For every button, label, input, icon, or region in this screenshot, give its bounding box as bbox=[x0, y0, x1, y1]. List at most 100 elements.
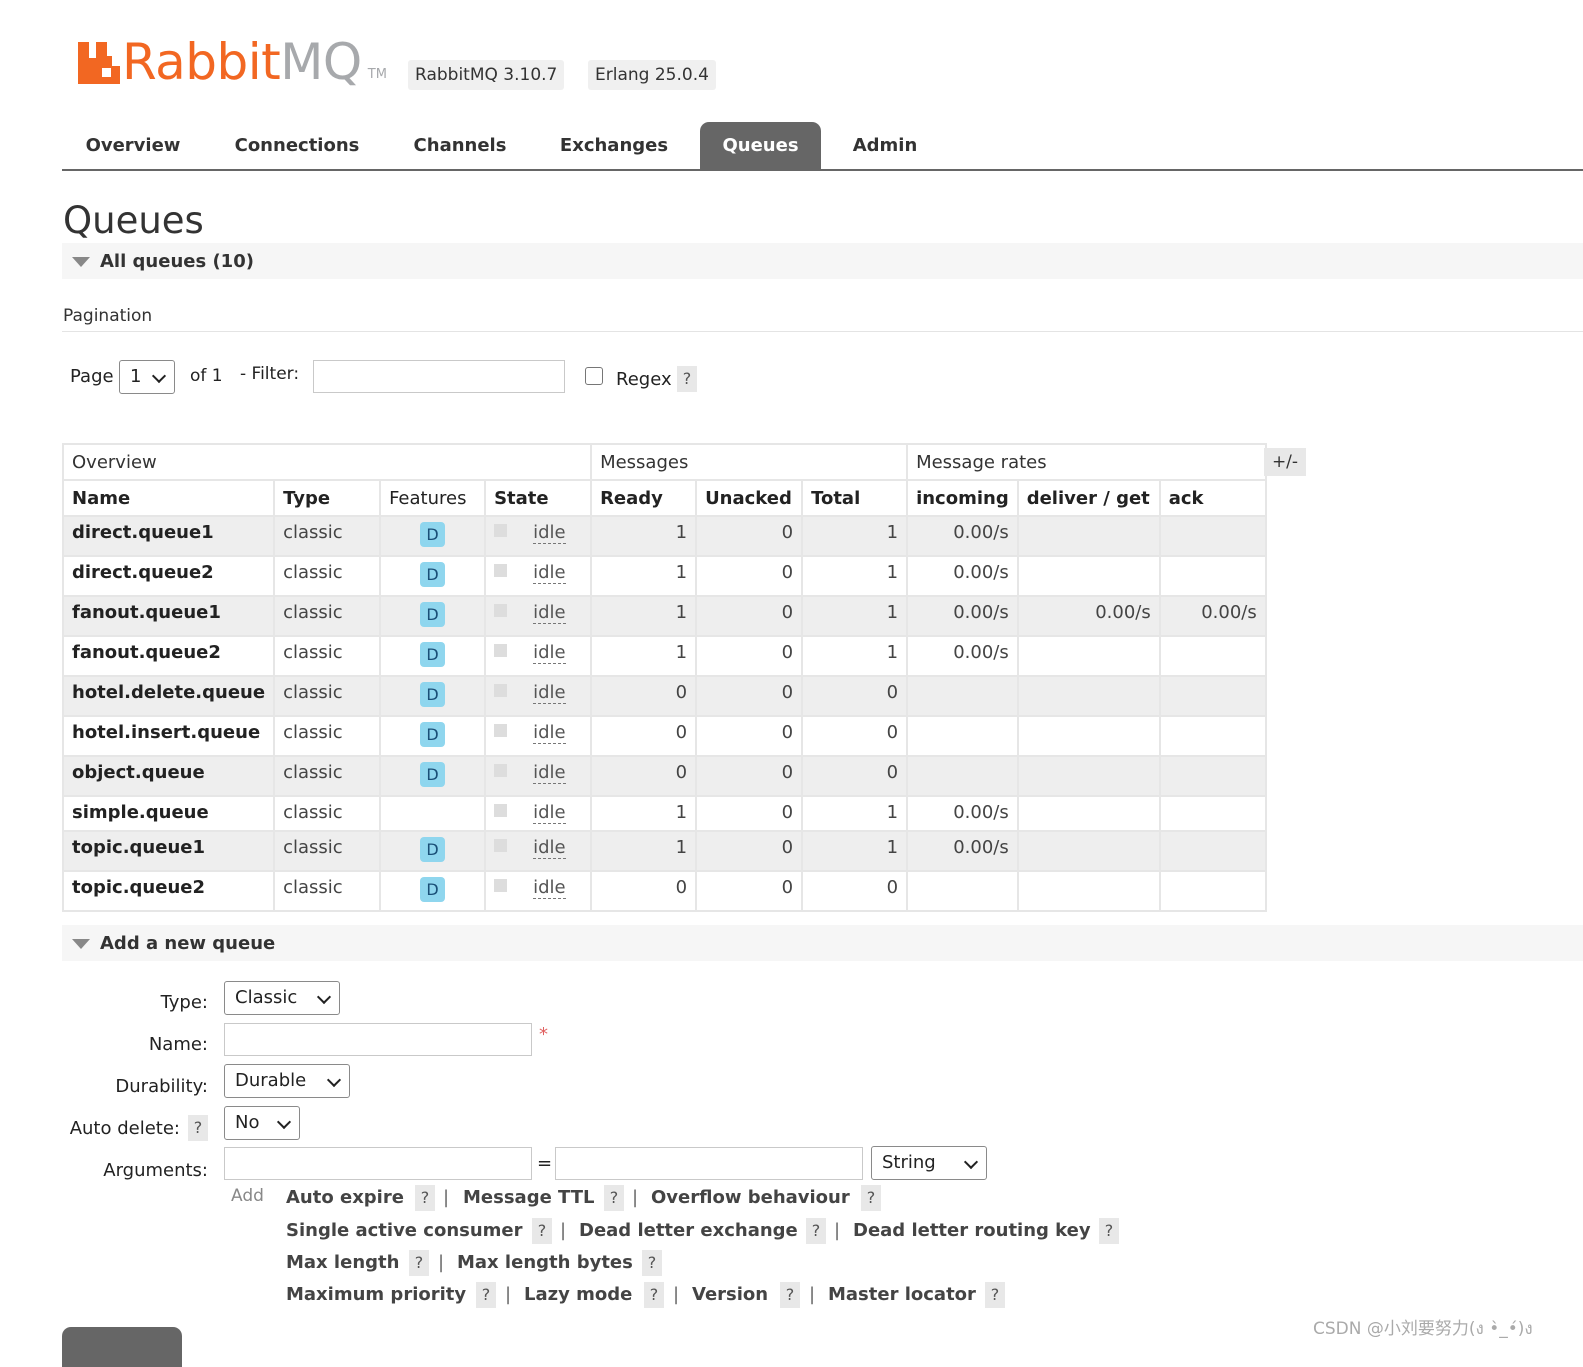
overflow-behaviour-help-icon[interactable]: ? bbox=[861, 1185, 881, 1211]
queue-row[interactable]: topic.queue1 classic Didle 1 0 1 0.00/s bbox=[61, 830, 1267, 872]
column-header-incoming[interactable]: incoming bbox=[906, 479, 1019, 517]
column-header-unacked[interactable]: Unacked bbox=[695, 479, 804, 517]
page-select[interactable]: 1 bbox=[119, 360, 175, 394]
queue-row[interactable]: simple.queue classic idle 1 0 1 0.00/s bbox=[61, 795, 1267, 832]
queue-deliver-get-cell bbox=[1016, 715, 1161, 757]
argument-type-select[interactable]: String bbox=[871, 1146, 987, 1180]
column-header-type[interactable]: Type bbox=[273, 479, 382, 517]
pagination-title: Pagination bbox=[63, 306, 153, 326]
queue-row[interactable]: fanout.queue2 classic Didle 1 0 1 0.00/s bbox=[61, 635, 1267, 677]
queue-name-link[interactable]: direct.queue2 bbox=[61, 555, 276, 597]
arg-link-single-active-consumer[interactable]: Single active consumer bbox=[286, 1220, 523, 1241]
durability-value: Durable bbox=[235, 1070, 307, 1091]
tab-connections[interactable]: Connections bbox=[222, 122, 372, 169]
queue-features-cell bbox=[379, 795, 487, 832]
queue-row[interactable]: direct.queue1 classic Didle 1 0 1 0.00/s bbox=[61, 515, 1267, 557]
queue-name-link[interactable]: topic.queue1 bbox=[61, 830, 276, 872]
all-queues-section-toggle[interactable]: All queues (10) bbox=[62, 243, 1583, 279]
queue-row[interactable]: hotel.insert.queue classic Didle 0 0 0 bbox=[61, 715, 1267, 757]
durability-select[interactable]: Durable bbox=[224, 1064, 350, 1098]
queue-ack-cell bbox=[1158, 870, 1267, 912]
queue-unacked-cell: 0 bbox=[695, 595, 804, 637]
queue-name-link[interactable]: direct.queue1 bbox=[61, 515, 276, 557]
queue-name-input[interactable] bbox=[224, 1023, 532, 1056]
tab-queues[interactable]: Queues bbox=[700, 122, 821, 169]
queue-unacked-cell: 0 bbox=[695, 555, 804, 597]
queue-name-link[interactable]: topic.queue2 bbox=[61, 870, 276, 912]
queue-row[interactable]: hotel.delete.queue classic Didle 0 0 0 bbox=[61, 675, 1267, 717]
queue-ack-cell bbox=[1158, 795, 1267, 832]
argument-type-value: String bbox=[882, 1152, 936, 1173]
queue-unacked-cell: 0 bbox=[695, 830, 804, 872]
arg-link-maximum-priority[interactable]: Maximum priority bbox=[286, 1284, 466, 1305]
regex-help-icon[interactable]: ? bbox=[677, 366, 697, 392]
maximum-priority-help-icon[interactable]: ? bbox=[476, 1282, 496, 1308]
auto-delete-select[interactable]: No bbox=[224, 1106, 300, 1140]
column-header-state[interactable]: State bbox=[484, 479, 593, 517]
arg-link-overflow-behaviour[interactable]: Overflow behaviour bbox=[651, 1187, 850, 1208]
queue-type-cell: classic bbox=[273, 635, 382, 677]
arg-link-version[interactable]: Version bbox=[692, 1284, 768, 1305]
arg-link-dead-letter-exchange[interactable]: Dead letter exchange bbox=[579, 1220, 798, 1241]
arg-link-auto-expire[interactable]: Auto expire bbox=[286, 1187, 404, 1208]
add-queue-section-toggle[interactable]: Add a new queue bbox=[62, 925, 1583, 961]
queue-features-cell: D bbox=[379, 595, 487, 637]
queue-row[interactable]: direct.queue2 classic Didle 1 0 1 0.00/s bbox=[61, 555, 1267, 597]
queue-row[interactable]: object.queue classic Didle 0 0 0 bbox=[61, 755, 1267, 797]
tab-exchanges[interactable]: Exchanges bbox=[550, 122, 678, 169]
max-length-bytes-help-icon[interactable]: ? bbox=[642, 1250, 662, 1276]
queue-row[interactable]: fanout.queue1 classic Didle 1 0 1 0.00/s 0.00/s… bbox=[61, 595, 1267, 637]
column-header-ready[interactable]: Ready bbox=[590, 479, 698, 517]
durable-feature-badge: D bbox=[420, 762, 446, 787]
argument-value-input[interactable] bbox=[555, 1147, 863, 1180]
arg-link-max-length-bytes[interactable]: Max length bytes bbox=[457, 1252, 633, 1273]
queue-state-text: idle bbox=[533, 762, 566, 784]
max-length-help-icon[interactable]: ? bbox=[409, 1250, 429, 1276]
queue-features-cell: D bbox=[379, 555, 487, 597]
state-indicator-icon bbox=[494, 804, 508, 817]
auto-expire-help-icon[interactable]: ? bbox=[415, 1185, 435, 1211]
queue-name-link[interactable]: fanout.queue1 bbox=[61, 595, 276, 637]
add-queue-button[interactable] bbox=[62, 1327, 182, 1367]
tab-overview[interactable]: Overview bbox=[66, 122, 200, 169]
queue-features-cell: D bbox=[379, 715, 487, 757]
single-active-consumer-help-icon[interactable]: ? bbox=[532, 1218, 552, 1244]
auto-delete-help-icon[interactable]: ? bbox=[188, 1115, 208, 1141]
queue-name-link[interactable]: hotel.insert.queue bbox=[61, 715, 276, 757]
rabbitmq-logo[interactable]: RabbitMQ TM bbox=[78, 34, 387, 90]
dead-letter-routing-key-help-icon[interactable]: ? bbox=[1099, 1218, 1119, 1244]
regex-checkbox[interactable] bbox=[585, 367, 603, 385]
arg-link-max-length[interactable]: Max length bbox=[286, 1252, 399, 1273]
tab-channels[interactable]: Channels bbox=[397, 122, 523, 169]
arg-link-lazy-mode[interactable]: Lazy mode bbox=[524, 1284, 632, 1305]
filter-input[interactable] bbox=[313, 360, 565, 393]
master-locator-help-icon[interactable]: ? bbox=[985, 1282, 1005, 1308]
queue-deliver-get-cell bbox=[1016, 870, 1161, 912]
message-ttl-help-icon[interactable]: ? bbox=[604, 1185, 624, 1211]
arg-link-master-locator[interactable]: Master locator bbox=[828, 1284, 976, 1305]
column-header-deliver-get[interactable]: deliver / get bbox=[1016, 479, 1161, 517]
queue-name-link[interactable]: hotel.delete.queue bbox=[61, 675, 276, 717]
argument-key-input[interactable] bbox=[224, 1147, 532, 1180]
column-header-name[interactable]: Name bbox=[61, 479, 276, 517]
version-help-icon[interactable]: ? bbox=[780, 1282, 800, 1308]
queue-row[interactable]: topic.queue2 classic Didle 0 0 0 bbox=[61, 870, 1267, 912]
queue-incoming-cell bbox=[906, 675, 1019, 717]
column-header-total[interactable]: Total bbox=[801, 479, 909, 517]
tab-admin[interactable]: Admin bbox=[837, 122, 933, 169]
rabbitmq-version-badge: RabbitMQ 3.10.7 bbox=[408, 60, 565, 90]
column-header-ack[interactable]: ack bbox=[1158, 479, 1267, 517]
queue-type-select[interactable]: Classic bbox=[224, 981, 340, 1015]
arg-link-message-ttl[interactable]: Message TTL bbox=[463, 1187, 595, 1208]
arg-link-dead-letter-routing-key[interactable]: Dead letter routing key bbox=[853, 1220, 1091, 1241]
queue-name-link[interactable]: fanout.queue2 bbox=[61, 635, 276, 677]
queue-name-link[interactable]: object.queue bbox=[61, 755, 276, 797]
queue-ack-cell bbox=[1158, 830, 1267, 872]
auto-delete-value: No bbox=[235, 1112, 260, 1133]
toggle-columns-button[interactable]: +/- bbox=[1264, 448, 1306, 476]
queue-ready-cell: 0 bbox=[590, 755, 698, 797]
queue-name-link[interactable]: simple.queue bbox=[61, 795, 276, 832]
lazy-mode-help-icon[interactable]: ? bbox=[644, 1282, 664, 1308]
dead-letter-exchange-help-icon[interactable]: ? bbox=[806, 1218, 826, 1244]
queue-ack-cell bbox=[1158, 675, 1267, 717]
